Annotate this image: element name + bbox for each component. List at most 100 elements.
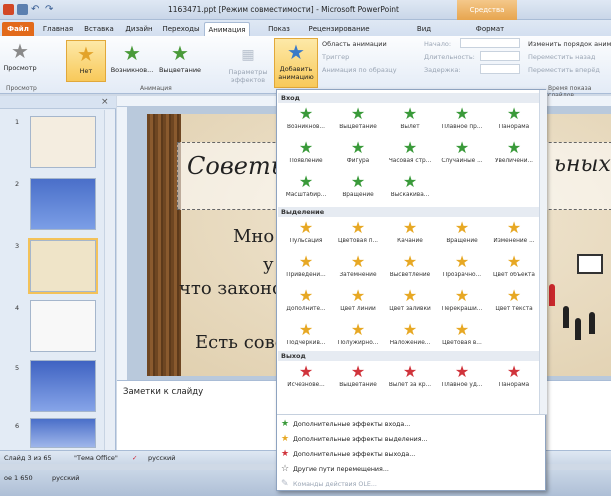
close-pane-icon[interactable]: × xyxy=(101,97,109,107)
spellcheck-icon[interactable]: ✓ xyxy=(132,454,137,462)
entrance-effect-10[interactable]: ★ Масштабир... xyxy=(280,173,332,205)
taskbar-language[interactable]: русский xyxy=(52,474,80,482)
emphasis-effect-11[interactable]: ★ Цвет линии xyxy=(332,287,384,319)
tab-insert[interactable]: Вставка xyxy=(80,22,118,36)
emphasis-effect-3[interactable]: ★ Вращение xyxy=(436,219,488,251)
ole-icon: ✎ xyxy=(281,479,289,489)
delay-input[interactable] xyxy=(480,64,520,74)
effect-label: Изменение ... xyxy=(493,238,535,244)
entrance-effect-4[interactable]: ★ Панорама xyxy=(488,105,540,137)
emphasis-effect-15[interactable]: ★ Подчеркив... xyxy=(280,321,332,353)
tab-design[interactable]: Дизайн xyxy=(120,22,158,36)
emphasis-effect-2[interactable]: ★ Качание xyxy=(384,219,436,251)
entrance-effect-1[interactable]: ★ Выцветание xyxy=(332,105,384,137)
emphasis-effect-7[interactable]: ★ Высветление xyxy=(384,253,436,285)
tab-slideshow[interactable]: Показ слайдов xyxy=(252,22,306,47)
section-emphasis: Выделение xyxy=(278,207,540,217)
more-motion-paths[interactable]: ☆ Другие пути перемещения... xyxy=(281,464,389,474)
emphasis-effect-star-icon: ★ xyxy=(298,252,314,271)
effect-label: Часовая стр... xyxy=(388,158,432,164)
emphasis-effect-17[interactable]: ★ Наложение... xyxy=(384,321,436,353)
emphasis-effect-16[interactable]: ★ Полужирно... xyxy=(332,321,384,353)
exit-effect-4[interactable]: ★ Панорама xyxy=(488,363,540,395)
entrance-effect-5[interactable]: ★ Появление xyxy=(280,139,332,171)
slide-thumbnail[interactable] xyxy=(30,116,96,168)
more-entrance-effects[interactable]: ★ Дополнительные эффекты входа... xyxy=(281,419,410,429)
slides-pane-scrollbar[interactable] xyxy=(104,110,115,450)
reorder-label: Изменить порядок анимации xyxy=(528,40,611,48)
emphasis-effect-13[interactable]: ★ Перекраши... xyxy=(436,287,488,319)
entrance-effect-3[interactable]: ★ Плавное пр... xyxy=(436,105,488,137)
slide-thumbnail[interactable] xyxy=(30,300,96,352)
language-indicator[interactable]: русский xyxy=(148,454,176,462)
trigger-button[interactable]: Триггер xyxy=(322,53,349,61)
theme-name: "Тема Office" xyxy=(74,454,118,462)
ribbon: ★ Просмотр Просмотр ★ Нет ★ Возникнов...… xyxy=(0,36,611,99)
slide-thumbnail-selected[interactable] xyxy=(28,238,98,294)
duration-input[interactable] xyxy=(480,51,520,61)
slide-thumbnail[interactable] xyxy=(30,418,96,448)
entrance-effect-12[interactable]: ★ Выскакива... xyxy=(384,173,436,205)
entrance-effect-0[interactable]: ★ Возникнов... xyxy=(280,105,332,137)
effect-fade[interactable]: ★ Выцветание xyxy=(158,42,202,74)
ole-action-commands[interactable]: ✎ Команды действия OLE... xyxy=(281,479,377,489)
effect-appear[interactable]: ★ Возникнов... xyxy=(110,42,154,74)
emphasis-effect-5[interactable]: ★ Приведени... xyxy=(280,253,332,285)
exit-effect-1[interactable]: ★ Выцветание xyxy=(332,363,384,395)
more-emphasis-effects[interactable]: ★ Дополнительные эффекты выделения... xyxy=(281,434,428,444)
slide-text-line: Мно xyxy=(233,226,275,247)
emphasis-effect-12[interactable]: ★ Цвет заливки xyxy=(384,287,436,319)
exit-effect-0[interactable]: ★ Исчезнове... xyxy=(280,363,332,395)
redo-icon[interactable]: ↷ xyxy=(45,4,56,15)
add-animation-button[interactable]: ★ Добавить анимацию xyxy=(274,38,318,88)
gallery-scrollbar[interactable] xyxy=(539,90,547,414)
entrance-effect-9[interactable]: ★ Увеличени... xyxy=(488,139,540,171)
entrance-effect-2[interactable]: ★ Вылет xyxy=(384,105,436,137)
emphasis-effect-4[interactable]: ★ Изменение ... xyxy=(488,219,540,251)
exit-effect-2[interactable]: ★ Вылет за кр... xyxy=(384,363,436,395)
effect-label: Исчезнове... xyxy=(287,382,325,388)
exit-effect-star-icon: ★ xyxy=(506,362,522,381)
exit-effect-3[interactable]: ★ Плавное уд... xyxy=(436,363,488,395)
preview-button[interactable]: ★ Просмотр xyxy=(3,40,37,72)
effect-none[interactable]: ★ Нет xyxy=(66,40,106,82)
entrance-effect-7[interactable]: ★ Часовая стр... xyxy=(384,139,436,171)
emphasis-effect-14[interactable]: ★ Цвет текста xyxy=(488,287,540,319)
slide-thumbnail[interactable] xyxy=(30,360,96,412)
slide-thumbnail[interactable] xyxy=(30,178,96,230)
emphasis-effect-8[interactable]: ★ Прозрачно... xyxy=(436,253,488,285)
effect-label: Дополните... xyxy=(286,306,326,312)
tab-view[interactable]: Вид xyxy=(410,22,438,36)
save-icon[interactable] xyxy=(17,4,28,15)
emphasis-effect-9[interactable]: ★ Цвет объекта xyxy=(488,253,540,285)
move-later-button[interactable]: Переместить вперёд xyxy=(528,66,600,74)
emphasis-effect-18[interactable]: ★ Цветовая в... xyxy=(436,321,488,353)
entrance-effect-11[interactable]: ★ Вращение xyxy=(332,173,384,205)
tab-file[interactable]: Файл xyxy=(2,22,34,36)
tab-home[interactable]: Главная xyxy=(38,22,78,36)
emphasis-effect-10[interactable]: ★ Дополните... xyxy=(280,287,332,319)
emphasis-effect-6[interactable]: ★ Затемнение xyxy=(332,253,384,285)
move-earlier-button[interactable]: Переместить назад xyxy=(528,53,595,61)
entrance-effect-star-icon: ★ xyxy=(350,138,366,157)
emphasis-effect-star-icon: ★ xyxy=(402,218,418,237)
emphasis-effect-0[interactable]: ★ Пульсация xyxy=(280,219,332,251)
tab-transitions[interactable]: Переходы xyxy=(160,22,202,36)
tab-animation[interactable]: Анимация xyxy=(204,22,250,36)
entrance-effect-8[interactable]: ★ Случайные ... xyxy=(436,139,488,171)
tab-review[interactable]: Рецензирование xyxy=(308,22,370,36)
animation-painter-button[interactable]: Анимация по образцу xyxy=(322,66,397,74)
animation-pane-button[interactable]: Область анимации xyxy=(322,40,387,48)
undo-icon[interactable]: ↶ xyxy=(31,4,42,15)
more-exit-effects[interactable]: ★ Дополнительные эффекты выхода... xyxy=(281,449,415,459)
start-select[interactable] xyxy=(460,38,520,48)
preview-star-icon: ★ xyxy=(11,39,29,63)
entrance-effect-6[interactable]: ★ Фигура xyxy=(332,139,384,171)
emphasis-effect-1[interactable]: ★ Цветовая п... xyxy=(332,219,384,251)
effect-options-button[interactable]: ▦ Параметры эффектов xyxy=(228,44,268,84)
title-bar: ↶ ↷ 1163471.ppt [Режим совместимости] - … xyxy=(0,0,611,34)
slide-text-line: Есть сове xyxy=(195,332,286,353)
entrance-effect-star-icon: ★ xyxy=(506,138,522,157)
tab-format[interactable]: Формат xyxy=(470,22,510,36)
effect-label: Выцветание xyxy=(339,124,377,130)
